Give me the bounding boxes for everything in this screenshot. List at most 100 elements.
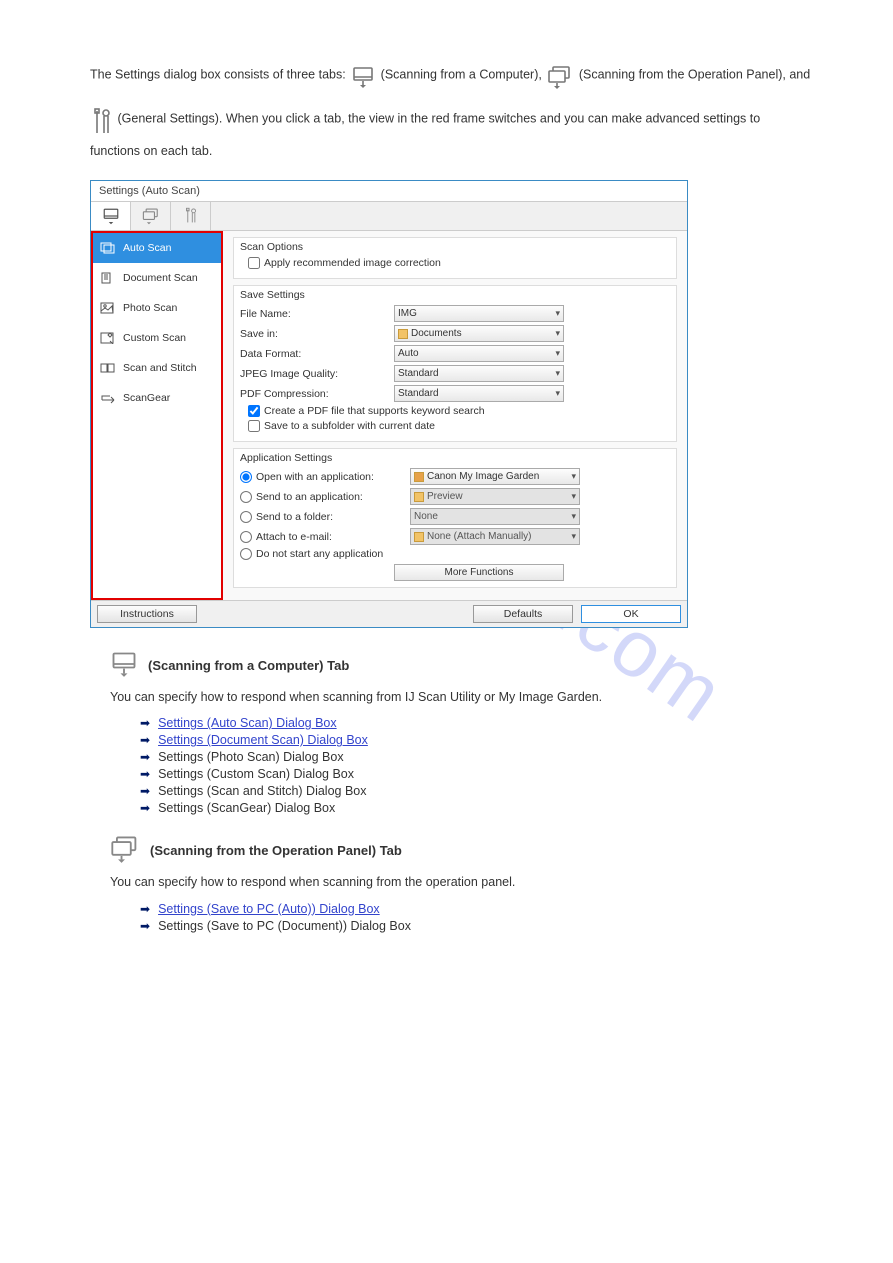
- dialog-tab-strip: [91, 202, 687, 231]
- scan-from-computer-icon: [110, 650, 138, 681]
- data-format-label: Data Format:: [240, 348, 390, 360]
- ok-button[interactable]: OK: [581, 605, 681, 623]
- link-auto-scan[interactable]: Settings (Auto Scan) Dialog Box: [158, 716, 337, 730]
- save-subfolder-checkbox[interactable]: Save to a subfolder with current date: [248, 420, 670, 432]
- arrow-icon: ➡: [140, 733, 150, 747]
- jpeg-quality-combo[interactable]: Standard: [394, 365, 564, 382]
- arrow-icon: ➡: [140, 919, 150, 933]
- auto-scan-icon: [99, 241, 117, 255]
- intro-paragraph: The Settings dialog box consists of thre…: [90, 53, 813, 163]
- section-heading: (Scanning from the Operation Panel) Tab: [150, 843, 402, 858]
- instructions-button[interactable]: Instructions: [97, 605, 197, 623]
- sidebar-label: ScanGear: [123, 392, 170, 404]
- send-folder-combo[interactable]: None: [410, 508, 580, 525]
- sidebar-item-photo-scan[interactable]: Photo Scan: [93, 293, 221, 323]
- sidebar-item-scan-stitch[interactable]: Scan and Stitch: [93, 353, 221, 383]
- combo-value: IMG: [398, 308, 417, 319]
- save-in-label: Save in:: [240, 328, 390, 340]
- sidebar-label: Auto Scan: [123, 242, 171, 254]
- folder-icon: [398, 329, 408, 339]
- section-desc: You can specify how to respond when scan…: [110, 687, 813, 708]
- checkbox-label: Save to a subfolder with current date: [264, 420, 435, 432]
- combo-value: Documents: [411, 328, 462, 339]
- sidebar-item-auto-scan[interactable]: Auto Scan: [93, 233, 221, 263]
- pdf-compression-label: PDF Compression:: [240, 388, 390, 400]
- link-document-scan[interactable]: Settings (Document Scan) Dialog Box: [158, 733, 368, 747]
- link-list-panel: ➡ Settings (Save to PC (Auto)) Dialog Box…: [140, 902, 813, 933]
- sidebar-item-document-scan[interactable]: Document Scan: [93, 263, 221, 293]
- sidebar-item-custom-scan[interactable]: Custom Scan: [93, 323, 221, 353]
- link-save-pc-auto[interactable]: Settings (Save to PC (Auto)) Dialog Box: [158, 902, 380, 916]
- folder-icon: [414, 492, 424, 502]
- apply-correction-input[interactable]: [248, 257, 260, 269]
- dialog-main-panel: Scan Options Apply recommended image cor…: [223, 231, 687, 600]
- combo-value: Preview: [427, 491, 463, 502]
- sidebar-label: Custom Scan: [123, 332, 186, 344]
- link-row: ➡ Settings (Scan and Stitch) Dialog Box: [140, 784, 813, 798]
- link-photo-scan[interactable]: Settings (Photo Scan) Dialog Box: [158, 750, 344, 764]
- sidebar-item-scangear[interactable]: ScanGear: [93, 383, 221, 413]
- intro-prefix: The Settings dialog box consists of thre…: [90, 67, 349, 81]
- pdf-compression-combo[interactable]: Standard: [394, 385, 564, 402]
- file-name-combo[interactable]: IMG: [394, 305, 564, 322]
- apply-correction-checkbox[interactable]: Apply recommended image correction: [248, 257, 670, 269]
- link-row: ➡ Settings (Save to PC (Auto)) Dialog Box: [140, 902, 813, 916]
- link-save-pc-document[interactable]: Settings (Save to PC (Document)) Dialog …: [158, 919, 411, 933]
- tab-scan-from-computer[interactable]: [91, 202, 131, 230]
- arrow-icon: ➡: [140, 767, 150, 781]
- combo-value: None: [414, 511, 438, 522]
- attach-email-combo[interactable]: None (Attach Manually): [410, 528, 580, 545]
- application-settings-group: Application Settings Open with an applic…: [233, 448, 677, 588]
- file-name-label: File Name:: [240, 308, 390, 320]
- arrow-icon: ➡: [140, 750, 150, 764]
- combo-value: Canon My Image Garden: [427, 471, 539, 482]
- folder-icon: [414, 532, 424, 542]
- radio-label: Do not start any application: [256, 548, 383, 560]
- link-scan-stitch[interactable]: Settings (Scan and Stitch) Dialog Box: [158, 784, 366, 798]
- arrow-icon: ➡: [140, 716, 150, 730]
- intro-tab2: (Scanning from the Operation Panel): [579, 67, 783, 81]
- settings-dialog: Settings (Auto Scan) Auto Scan Documen: [90, 180, 688, 628]
- link-row: ➡ Settings (Auto Scan) Dialog Box: [140, 716, 813, 730]
- link-scangear[interactable]: Settings (ScanGear) Dialog Box: [158, 801, 335, 815]
- create-pdf-keyword-checkbox[interactable]: Create a PDF file that supports keyword …: [248, 405, 670, 417]
- create-pdf-input[interactable]: [248, 405, 260, 417]
- combo-value: None (Attach Manually): [427, 531, 532, 542]
- intro-tab1: (Scanning from a Computer): [381, 67, 539, 81]
- save-settings-group: Save Settings File Name: IMG Save in: Do…: [233, 285, 677, 442]
- intro-tab3: (General Settings): [117, 111, 218, 125]
- send-folder-radio[interactable]: [240, 511, 252, 523]
- radio-label: Attach to e-mail:: [256, 531, 406, 543]
- checkbox-label: Apply recommended image correction: [264, 257, 441, 269]
- checkbox-label: Create a PDF file that supports keyword …: [264, 405, 485, 417]
- link-custom-scan[interactable]: Settings (Custom Scan) Dialog Box: [158, 767, 354, 781]
- document-scan-icon: [99, 271, 117, 285]
- tab-general-settings[interactable]: [171, 202, 211, 230]
- open-with-radio[interactable]: [240, 471, 252, 483]
- general-settings-icon: [92, 97, 112, 141]
- defaults-button[interactable]: Defaults: [473, 605, 573, 623]
- radio-label: Send to a folder:: [256, 511, 406, 523]
- link-row: ➡ Settings (Save to PC (Document)) Dialog…: [140, 919, 813, 933]
- arrow-icon: ➡: [140, 801, 150, 815]
- arrow-icon: ➡: [140, 902, 150, 916]
- send-app-combo[interactable]: Preview: [410, 488, 580, 505]
- send-app-radio[interactable]: [240, 491, 252, 503]
- dialog-sidebar: Auto Scan Document Scan Photo Scan Custo…: [91, 231, 223, 600]
- save-subfolder-input[interactable]: [248, 420, 260, 432]
- group-title: Application Settings: [240, 452, 670, 464]
- save-in-combo[interactable]: Documents: [394, 325, 564, 342]
- link-row: ➡ Settings (Custom Scan) Dialog Box: [140, 767, 813, 781]
- section-heading: (Scanning from a Computer) Tab: [148, 658, 349, 673]
- more-functions-button[interactable]: More Functions: [394, 564, 564, 581]
- no-app-radio[interactable]: [240, 548, 252, 560]
- arrow-icon: ➡: [140, 784, 150, 798]
- combo-value: Auto: [398, 348, 419, 359]
- open-with-combo[interactable]: Canon My Image Garden: [410, 468, 580, 485]
- attach-email-radio[interactable]: [240, 531, 252, 543]
- tab-scan-from-panel[interactable]: [131, 202, 171, 230]
- dialog-footer: Instructions Defaults OK: [91, 600, 687, 627]
- link-row: ➡ Settings (ScanGear) Dialog Box: [140, 801, 813, 815]
- combo-value: Standard: [398, 368, 439, 379]
- data-format-combo[interactable]: Auto: [394, 345, 564, 362]
